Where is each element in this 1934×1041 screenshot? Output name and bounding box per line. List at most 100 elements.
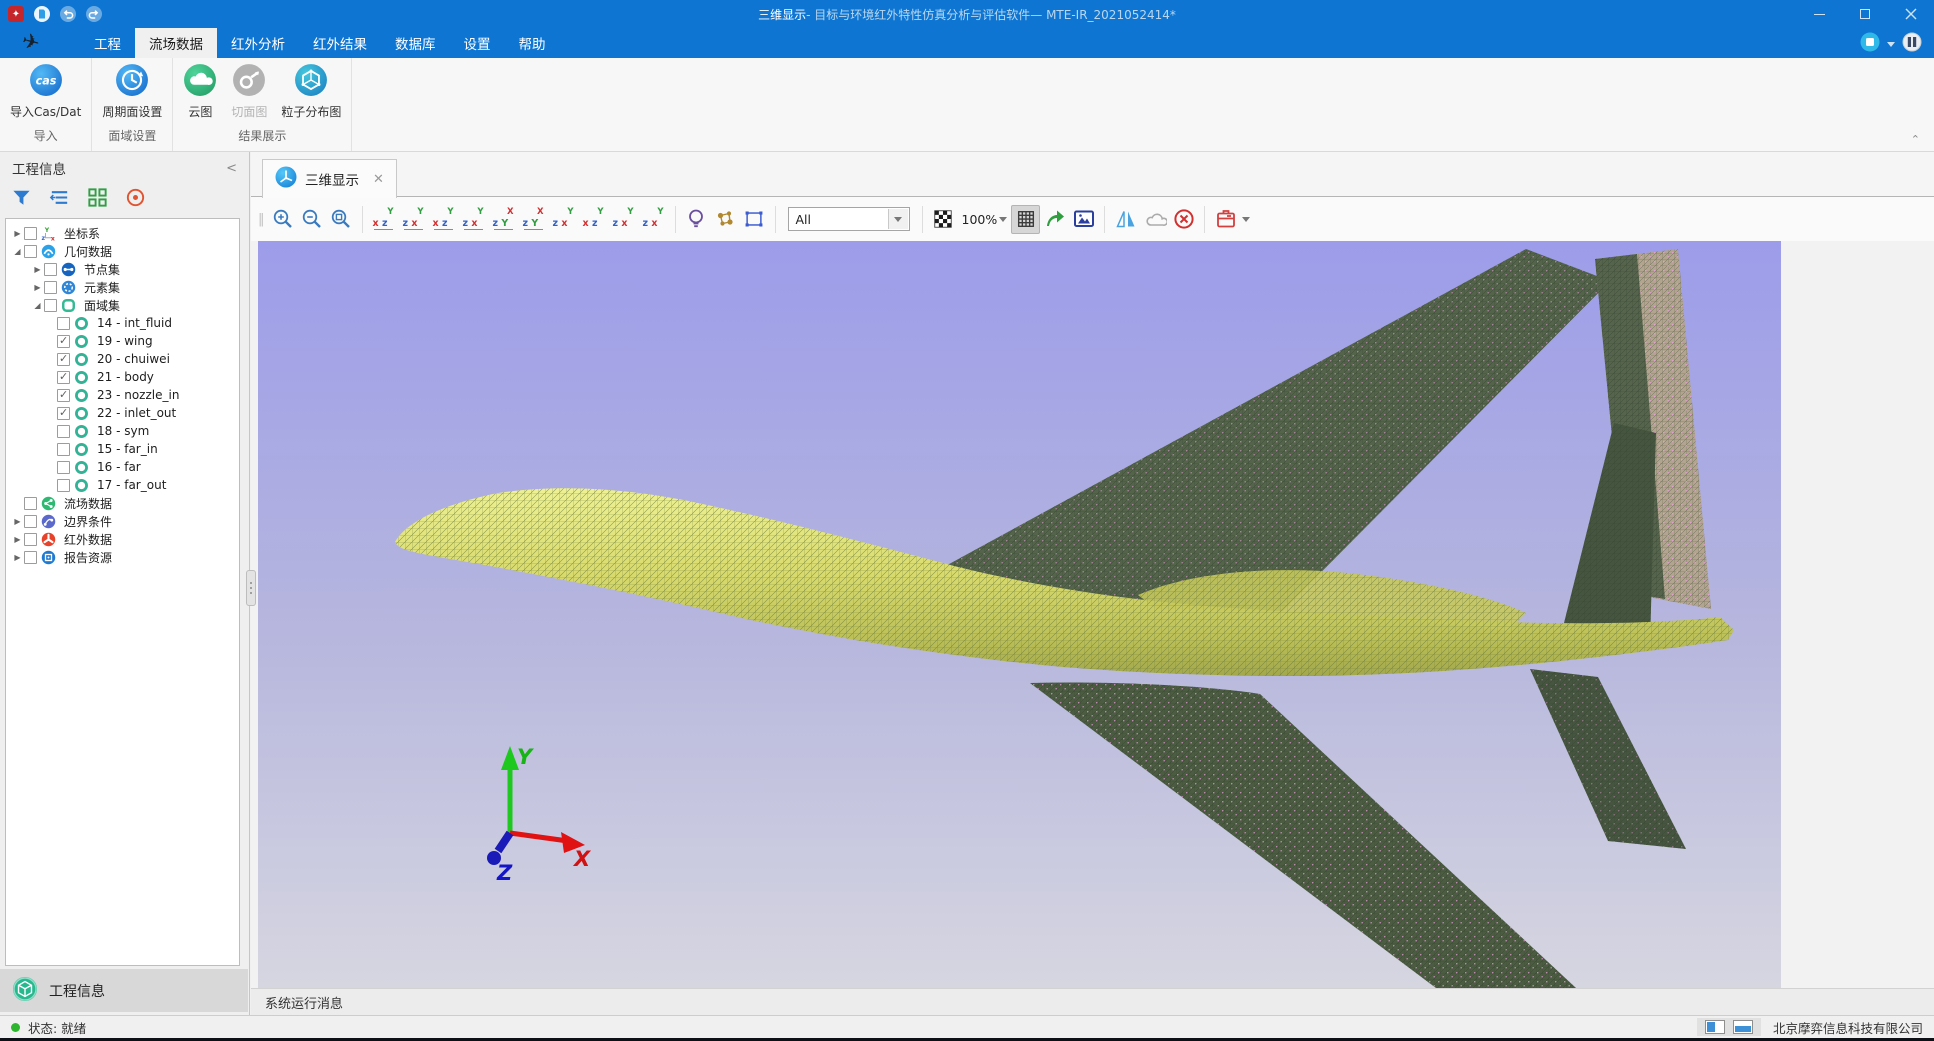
tree-row[interactable]: ▶Yzx坐标系 bbox=[6, 224, 239, 242]
tree-checkbox[interactable] bbox=[24, 497, 37, 510]
ribbon-button-cycle[interactable]: 周期面设置 bbox=[95, 63, 169, 120]
tree-row[interactable]: ▶节点集 bbox=[6, 260, 239, 278]
close-button[interactable] bbox=[1888, 0, 1934, 28]
tab-3d-view[interactable]: 三维显示 ✕ bbox=[262, 159, 397, 198]
light-icon[interactable] bbox=[682, 205, 711, 234]
tree-checkbox[interactable] bbox=[44, 263, 57, 276]
view-left-icon[interactable]: Yx z bbox=[432, 207, 456, 231]
tree-checkbox[interactable] bbox=[44, 299, 57, 312]
viewport-3d[interactable]: Y X Z bbox=[258, 241, 1781, 988]
tree-row[interactable]: 16 - far bbox=[6, 458, 239, 476]
export-icon[interactable] bbox=[1040, 205, 1069, 234]
grid-view-icon[interactable] bbox=[84, 185, 110, 209]
snapshot-icon[interactable] bbox=[1069, 205, 1098, 234]
tree-row[interactable]: ▶边界条件 bbox=[6, 512, 239, 530]
tree-checkbox[interactable] bbox=[57, 353, 70, 366]
tree-expander-icon[interactable]: ▶ bbox=[32, 283, 43, 292]
tree-checkbox[interactable] bbox=[57, 461, 70, 474]
tree-checkbox[interactable] bbox=[57, 407, 70, 420]
smooth-icon[interactable] bbox=[1140, 205, 1169, 234]
style-caret-icon[interactable] bbox=[1887, 42, 1895, 47]
tree-row[interactable]: 21 - body bbox=[6, 368, 239, 386]
redo-icon[interactable] bbox=[86, 6, 102, 22]
zoom-in-icon[interactable] bbox=[269, 205, 298, 234]
undo-icon[interactable] bbox=[60, 6, 76, 22]
theme-picker-icon[interactable] bbox=[1902, 32, 1922, 56]
layout-bottom-panel-icon[interactable] bbox=[1733, 1020, 1753, 1034]
tree-checkbox[interactable] bbox=[24, 533, 37, 546]
filter-icon[interactable] bbox=[8, 185, 34, 209]
tree-row[interactable]: 15 - far_in bbox=[6, 440, 239, 458]
minimize-button[interactable] bbox=[1796, 0, 1842, 28]
tree-row[interactable]: ▶红外数据 bbox=[6, 530, 239, 548]
menu-item-3[interactable]: 红外结果 bbox=[299, 28, 381, 58]
menu-item-6[interactable]: 帮助 bbox=[505, 28, 560, 58]
combobox-dropdown-icon[interactable] bbox=[888, 209, 908, 229]
clear-view-icon[interactable] bbox=[1169, 205, 1198, 234]
tree-row[interactable]: 19 - wing bbox=[6, 332, 239, 350]
menu-item-0[interactable]: 工程 bbox=[80, 28, 135, 58]
tree-checkbox[interactable] bbox=[57, 479, 70, 492]
menu-item-5[interactable]: 设置 bbox=[450, 28, 505, 58]
view-iso-2-icon[interactable]: Yx z bbox=[582, 207, 606, 231]
menu-item-4[interactable]: 数据库 bbox=[381, 28, 450, 58]
tree-row[interactable]: ◢几何数据 bbox=[6, 242, 239, 260]
view-right-icon[interactable]: Yz x bbox=[462, 207, 486, 231]
view-back-icon[interactable]: Yz x bbox=[402, 207, 426, 231]
tree-checkbox[interactable] bbox=[24, 227, 37, 240]
tree-expander-icon[interactable]: ◢ bbox=[12, 247, 23, 256]
save-quick-icon[interactable] bbox=[34, 6, 50, 22]
panel-splitter-handle[interactable] bbox=[246, 570, 256, 606]
menu-item-1[interactable]: 流场数据 bbox=[135, 28, 217, 58]
panel-collapse-icon[interactable]: < bbox=[226, 161, 237, 176]
particle-display-icon[interactable] bbox=[711, 205, 740, 234]
tree-checkbox[interactable] bbox=[44, 281, 57, 294]
style-picker-icon[interactable] bbox=[1860, 32, 1880, 56]
tree-row[interactable]: 20 - chuiwei bbox=[6, 350, 239, 368]
tree-checkbox[interactable] bbox=[24, 245, 37, 258]
tree-row[interactable]: 22 - inlet_out bbox=[6, 404, 239, 422]
tree-expander-icon[interactable]: ◢ bbox=[32, 301, 43, 310]
view-top-icon[interactable]: Xz Y bbox=[492, 207, 516, 231]
tree-checkbox[interactable] bbox=[24, 551, 37, 564]
zoom-out-icon[interactable] bbox=[298, 205, 327, 234]
transparency-icon[interactable] bbox=[929, 205, 958, 234]
tree-checkbox[interactable] bbox=[57, 425, 70, 438]
box-select-icon[interactable] bbox=[740, 205, 769, 234]
tree-row[interactable]: ▶报告资源 bbox=[6, 548, 239, 566]
view-bottom-icon[interactable]: Xz Y bbox=[522, 207, 546, 231]
view-iso-3-icon[interactable]: Yz x bbox=[612, 207, 636, 231]
zoom-fit-icon[interactable] bbox=[327, 205, 356, 234]
zoom-level-dropdown[interactable]: 100% bbox=[962, 212, 1008, 227]
collapse-all-icon[interactable] bbox=[46, 185, 72, 209]
tab-close-icon[interactable]: ✕ bbox=[373, 172, 384, 187]
tree-expander-icon[interactable]: ▶ bbox=[12, 553, 23, 562]
locate-icon[interactable] bbox=[122, 185, 148, 209]
layout-left-panel-icon[interactable] bbox=[1705, 1020, 1725, 1034]
tree-expander-icon[interactable]: ▶ bbox=[32, 265, 43, 274]
view-iso-1-icon[interactable]: Yz x bbox=[552, 207, 576, 231]
tree-row[interactable]: 18 - sym bbox=[6, 422, 239, 440]
display-filter-combobox[interactable]: All bbox=[788, 207, 910, 231]
tree-checkbox[interactable] bbox=[57, 335, 70, 348]
tree-row[interactable]: 23 - nozzle_in bbox=[6, 386, 239, 404]
tree-expander-icon[interactable]: ▶ bbox=[12, 535, 23, 544]
mirror-icon[interactable] bbox=[1111, 205, 1140, 234]
tree-row[interactable]: ◢面域集 bbox=[6, 296, 239, 314]
ribbon-button-particle[interactable]: 粒子分布图 bbox=[274, 63, 348, 120]
ribbon-button-cas[interactable]: cas导入Cas/Dat bbox=[3, 63, 88, 120]
pin-icon[interactable]: ✦ bbox=[8, 6, 24, 22]
view-iso-4-icon[interactable]: Yz x bbox=[642, 207, 666, 231]
menu-item-2[interactable]: 红外分析 bbox=[217, 28, 299, 58]
mesh-toggle-icon[interactable] bbox=[1011, 205, 1040, 234]
tree-checkbox[interactable] bbox=[57, 317, 70, 330]
tree-row[interactable]: 14 - int_fluid bbox=[6, 314, 239, 332]
tree-row[interactable]: ▶元素集 bbox=[6, 278, 239, 296]
tree-row[interactable]: 流场数据 bbox=[6, 494, 239, 512]
tree-checkbox[interactable] bbox=[57, 371, 70, 384]
toolbar-grip[interactable]: ‖ bbox=[258, 212, 263, 227]
restore-button[interactable] bbox=[1842, 0, 1888, 28]
tree-row[interactable]: 17 - far_out bbox=[6, 476, 239, 494]
save-view-icon[interactable] bbox=[1211, 205, 1240, 234]
save-view-caret-icon[interactable] bbox=[1242, 217, 1250, 222]
